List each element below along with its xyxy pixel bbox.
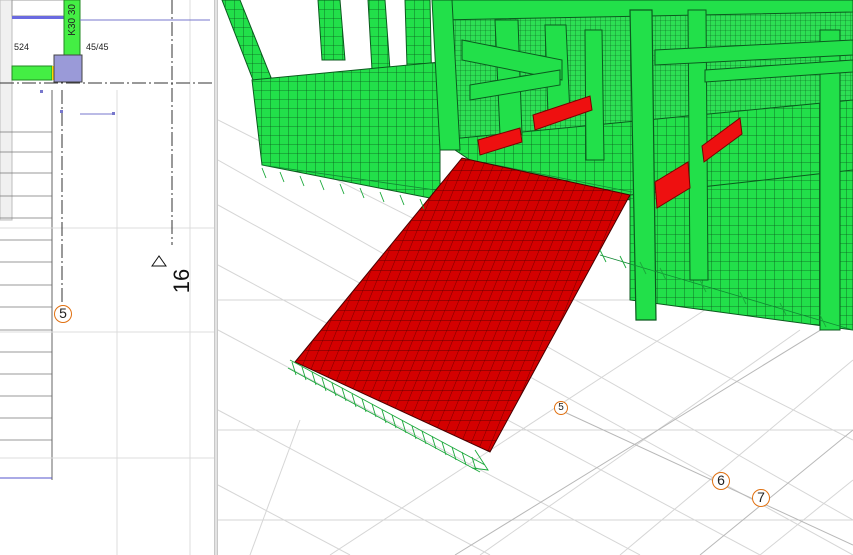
dimension-text: 524 [14, 42, 30, 52]
column-size-label: 45/45 [86, 42, 109, 52]
grid-axis-bubble-5[interactable]: 5 [54, 305, 72, 323]
model-axis-bubble-5[interactable]: 5 [554, 401, 568, 415]
model-axis-bubble-7[interactable]: 7 [752, 489, 770, 507]
3d-model-view-pane[interactable]: 5 6 7 [218, 0, 853, 555]
dimension-label-16: 16 [169, 268, 195, 294]
structural-model-3d [218, 0, 853, 555]
model-axis-bubble-6[interactable]: 6 [712, 472, 730, 490]
plan-view-pane[interactable]: 524 45/45 K30 30 5 16 [0, 0, 214, 555]
beam-section-label: K30 30 [67, 4, 78, 36]
